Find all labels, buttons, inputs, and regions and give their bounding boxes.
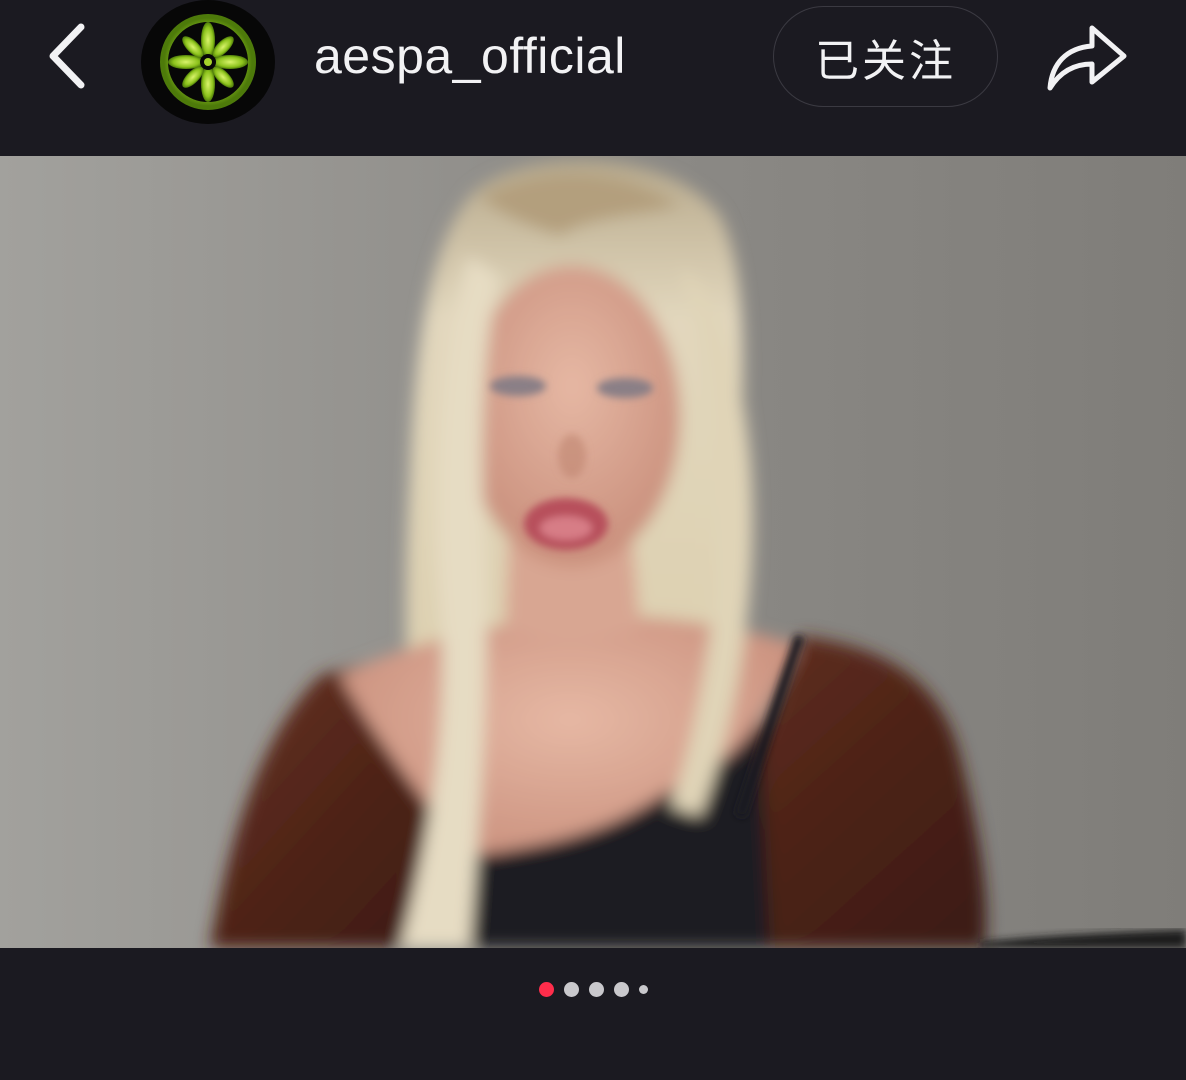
chevron-left-icon (49, 23, 85, 89)
username[interactable]: aespa_official (314, 24, 626, 88)
green-flower-logo-icon (160, 14, 256, 110)
carousel-indicator (0, 978, 1186, 1000)
portrait-photo (0, 156, 1186, 948)
avatar[interactable] (141, 0, 275, 124)
carousel-dot (588, 981, 604, 997)
carousel-dot (563, 981, 579, 997)
back-button[interactable] (30, 16, 104, 96)
share-button[interactable] (1036, 12, 1138, 102)
carousel-dot-active (538, 981, 554, 997)
following-button[interactable]: 已关注 (773, 6, 998, 107)
carousel-dot (638, 984, 648, 994)
share-arrow-icon (1047, 25, 1127, 91)
top-bar: aespa_official 已关注 (0, 0, 1186, 156)
carousel-dot (613, 981, 629, 997)
post-image[interactable] (0, 156, 1186, 948)
